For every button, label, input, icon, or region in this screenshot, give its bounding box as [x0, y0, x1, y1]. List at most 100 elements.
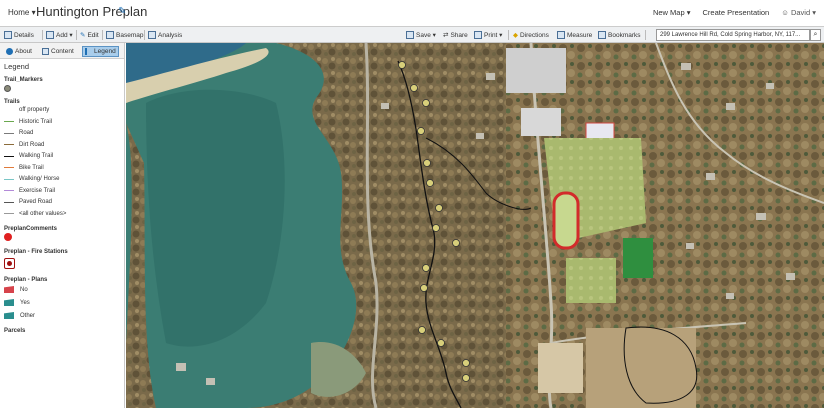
legend-item-label: Walking/ Horse	[19, 176, 60, 183]
line-swatch-icon	[4, 155, 14, 157]
new-map-menu[interactable]: New Map ▾	[653, 8, 691, 17]
line-swatch-icon	[4, 144, 14, 146]
app-header: Home ▾ Huntington Preplan ✎ New Map ▾ Cr…	[0, 0, 824, 27]
trail-marker[interactable]	[398, 61, 406, 69]
trail-marker[interactable]	[462, 359, 470, 367]
toolbar-divider	[508, 30, 509, 40]
legend-item-label: off property	[19, 107, 50, 114]
athletic-field	[566, 258, 616, 303]
legend-item-label: Dirt Road	[19, 141, 45, 148]
analysis-label: Analysis	[158, 31, 183, 39]
save-button[interactable]: Save ▾	[406, 29, 436, 41]
fire-station-icon	[4, 257, 15, 269]
running-track	[552, 191, 580, 250]
user-menu[interactable]: ☺ David ▾	[781, 8, 816, 17]
polygon-swatch-icon	[4, 286, 14, 293]
analysis-button[interactable]: Analysis	[148, 29, 182, 41]
trail-marker[interactable]	[422, 99, 430, 107]
legend-item-trail: <all other values>	[0, 208, 124, 220]
details-button[interactable]: Details	[4, 29, 34, 41]
bookmarks-label: Bookmarks	[608, 31, 641, 39]
trail-marker[interactable]	[426, 179, 434, 187]
details-icon	[4, 31, 12, 39]
print-button[interactable]: Print ▾	[474, 29, 502, 41]
line-swatch-icon	[4, 109, 14, 111]
trail-marker[interactable]	[452, 239, 460, 247]
share-label: Share	[450, 31, 468, 39]
aerial-map[interactable]	[126, 43, 824, 408]
polygon-swatch-icon	[4, 312, 14, 319]
legend-item-label: Yes	[20, 299, 30, 306]
edit-button[interactable]: ✎ Edit	[80, 29, 99, 41]
basemap-icon	[106, 31, 114, 39]
bookmarks-icon	[598, 31, 606, 39]
trail-marker[interactable]	[418, 326, 426, 334]
panel-tabs: About Content Legend	[0, 43, 124, 59]
line-swatch-icon	[4, 132, 14, 134]
line-swatch-icon	[4, 178, 14, 180]
legend-item-trail: Historic Trail	[0, 116, 124, 128]
tab-legend[interactable]: Legend	[82, 46, 119, 57]
legend-item-trail: Exercise Trail	[0, 185, 124, 197]
legend-item-label: Bike Trail	[19, 164, 44, 171]
line-swatch-icon	[4, 213, 14, 215]
legend-icon	[85, 48, 92, 55]
directions-label: Directions	[520, 31, 549, 39]
legend-title: Legend	[4, 62, 30, 71]
tab-legend-label: Legend	[94, 48, 116, 55]
home-menu[interactable]: Home ▾	[8, 8, 36, 17]
trail-marker[interactable]	[410, 84, 418, 92]
directions-icon: ◆	[513, 32, 518, 39]
legend-group-parcels: Parcels	[4, 328, 26, 334]
legend-item-label: Other	[20, 312, 36, 319]
tab-content[interactable]: Content	[40, 46, 76, 57]
legend-item-trail: Road	[0, 128, 124, 140]
measure-button[interactable]: Measure	[557, 29, 592, 41]
toolbar-divider	[645, 30, 646, 40]
trail-marker[interactable]	[422, 264, 430, 272]
address-search-input[interactable]: 299 Lawrence Hill Rd, Cold Spring Harbor…	[656, 29, 810, 41]
comment-dot-icon	[4, 233, 12, 242]
legend-item-plan: Other	[0, 309, 124, 322]
trail-marker[interactable]	[435, 204, 443, 212]
legend-item-label: No	[20, 286, 28, 293]
create-presentation-link[interactable]: Create Presentation	[703, 8, 770, 17]
trail-marker[interactable]	[437, 339, 445, 347]
analysis-icon	[148, 31, 156, 39]
legend-item-label: <all other values>	[19, 210, 67, 217]
map-title: Huntington Preplan	[36, 4, 148, 19]
legend-item-trail: off property	[0, 105, 124, 117]
directions-button[interactable]: ◆ Directions	[513, 29, 549, 41]
bookmarks-button[interactable]: Bookmarks	[598, 29, 641, 41]
content-icon	[42, 48, 49, 55]
trail-marker[interactable]	[423, 159, 431, 167]
user-name: David ▾	[790, 8, 816, 17]
basemap-button[interactable]: Basemap	[106, 29, 143, 41]
plans-legend-list: No Yes Other	[0, 283, 124, 322]
turf-field	[623, 238, 653, 278]
search-icon[interactable]: ⌕	[810, 29, 821, 41]
legend-item-label: Road	[19, 130, 34, 137]
print-icon	[474, 31, 482, 39]
info-icon	[6, 48, 13, 55]
add-button[interactable]: Add ▾	[46, 29, 73, 41]
trail-marker[interactable]	[432, 224, 440, 232]
trail-marker[interactable]	[417, 127, 425, 135]
line-swatch-icon	[4, 201, 14, 203]
tab-about[interactable]: About	[4, 46, 34, 57]
measure-label: Measure	[567, 31, 593, 39]
legend-item	[0, 255, 124, 271]
basemap-label: Basemap	[116, 31, 144, 39]
edit-icon: ✎	[80, 32, 86, 39]
trail-marker[interactable]	[462, 374, 470, 382]
edit-title-icon[interactable]: ✎	[118, 6, 126, 17]
legend-item-trail: Dirt Road	[0, 139, 124, 151]
print-label: Print ▾	[484, 32, 503, 39]
share-button[interactable]: ⇄ Share	[443, 29, 468, 41]
toolbar-divider	[42, 30, 43, 40]
trail-marker[interactable]	[420, 284, 428, 292]
campus-buildings	[521, 108, 561, 136]
details-label: Details	[14, 31, 34, 39]
map-view[interactable]	[126, 43, 824, 408]
legend-item-label: Paved Road	[19, 199, 53, 206]
